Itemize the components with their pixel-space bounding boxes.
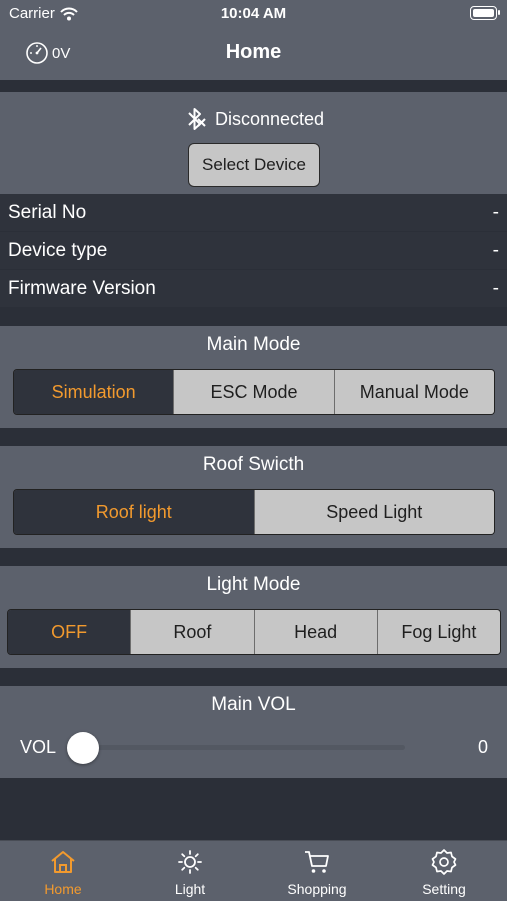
- connection-panel: Disconnected Select Device: [0, 92, 507, 194]
- main-mode-title: Main Mode: [206, 334, 301, 355]
- roof-switch-option-speed-light[interactable]: Speed Light: [253, 490, 494, 534]
- main-vol-panel: Main VOL VOL 0: [0, 686, 507, 778]
- roof-switch-segmented-control: Roof light Speed Light: [13, 489, 495, 535]
- main-mode-segmented-control: Simulation ESC Mode Manual Mode: [13, 369, 495, 415]
- bluetooth-disabled-icon: [188, 108, 206, 130]
- light-mode-option-off[interactable]: OFF: [8, 610, 131, 654]
- main-vol-title: Main VOL: [211, 694, 296, 715]
- device-type-label: Device type: [8, 239, 108, 261]
- home-icon: [49, 849, 77, 875]
- light-mode-segmented-control: OFF Roof Head Fog Light: [7, 609, 501, 655]
- tab-shopping[interactable]: Shopping: [254, 841, 380, 901]
- firmware-version-row: Firmware Version -: [0, 270, 507, 307]
- light-mode-title: Light Mode: [206, 574, 301, 595]
- cart-icon: [303, 849, 331, 875]
- main-mode-option-manual[interactable]: Manual Mode: [333, 370, 494, 414]
- roof-switch-panel: Roof Swicth Roof light Speed Light: [0, 446, 507, 548]
- tab-shopping-label: Shopping: [287, 881, 347, 897]
- tab-light-label: Light: [174, 881, 206, 897]
- light-mode-option-head[interactable]: Head: [253, 610, 377, 654]
- light-mode-panel: Light Mode OFF Roof Head Fog Light: [0, 566, 507, 668]
- light-mode-option-fog-light[interactable]: Fog Light: [376, 610, 500, 654]
- vol-slider-thumb[interactable]: [67, 732, 99, 764]
- page-title: Home: [225, 41, 282, 63]
- nav-bar: 0V Home: [0, 28, 507, 80]
- vol-slider-track[interactable]: [83, 745, 405, 750]
- serial-no-row: Serial No -: [0, 194, 507, 231]
- connection-status-label: Disconnected: [214, 108, 325, 129]
- sun-icon: [177, 849, 203, 875]
- vol-label: VOL: [20, 737, 57, 757]
- main-mode-option-simulation[interactable]: Simulation: [14, 370, 174, 414]
- status-time: 10:04 AM: [220, 5, 287, 22]
- tab-home[interactable]: Home: [0, 841, 126, 901]
- tab-light[interactable]: Light: [127, 841, 253, 901]
- tab-home-label: Home: [44, 881, 82, 897]
- connection-status: Disconnected: [0, 106, 507, 132]
- serial-no-value: -: [492, 201, 499, 223]
- status-bar: Carrier 10:04 AM: [0, 0, 507, 28]
- vol-value: 0: [477, 737, 488, 757]
- roof-switch-title: Roof Swicth: [202, 454, 305, 475]
- device-type-value: -: [492, 239, 499, 261]
- tab-bar: Home Light Shopping Setting: [0, 840, 507, 901]
- battery-icon: [470, 6, 500, 20]
- gear-icon: [430, 849, 458, 875]
- device-type-row: Device type -: [0, 232, 507, 269]
- firmware-version-value: -: [492, 277, 499, 299]
- firmware-version-label: Firmware Version: [8, 277, 156, 299]
- select-device-button[interactable]: Select Device: [188, 143, 320, 187]
- main-mode-option-esc[interactable]: ESC Mode: [173, 370, 334, 414]
- roof-switch-option-roof-light[interactable]: Roof light: [14, 490, 254, 534]
- serial-no-label: Serial No: [8, 201, 87, 223]
- tab-setting[interactable]: Setting: [381, 841, 507, 901]
- main-mode-panel: Main Mode Simulation ESC Mode Manual Mod…: [0, 326, 507, 428]
- light-mode-option-roof[interactable]: Roof: [130, 610, 254, 654]
- tab-setting-label: Setting: [422, 881, 466, 897]
